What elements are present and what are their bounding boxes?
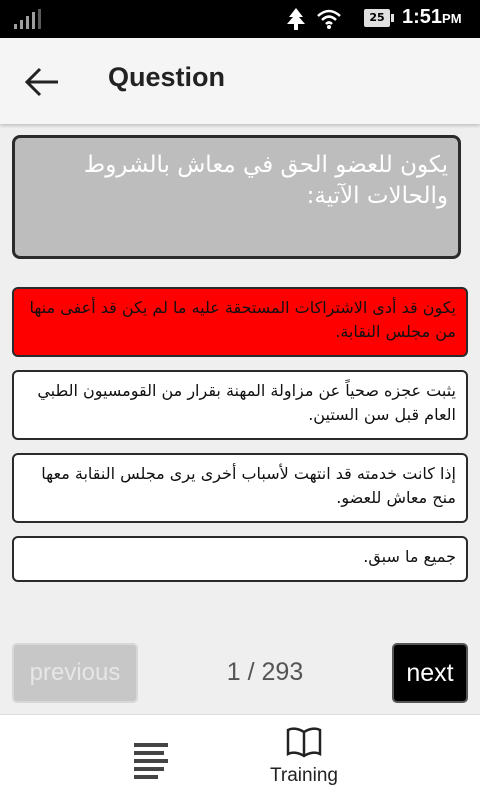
next-button[interactable]: next xyxy=(392,643,468,703)
question-counter: 1 / 293 xyxy=(226,658,304,686)
training-tab[interactable]: Training xyxy=(256,725,352,795)
answer-option-1[interactable]: يكون قد أدى الاشتراكات المستحقة عليه ما … xyxy=(12,287,468,357)
battery-icon: 25 xyxy=(364,9,394,27)
answer-option-2[interactable]: يثبت عجزه صحياً عن مزاولة المهنة بقرار م… xyxy=(12,370,468,440)
menu-tab[interactable] xyxy=(118,731,182,787)
answer-option-4[interactable]: جميع ما سبق. xyxy=(12,536,468,582)
signal-icon xyxy=(14,9,44,29)
question-text: يكون للعضو الحق في معاش بالشروط والحالات… xyxy=(12,135,461,259)
previous-button[interactable]: previous xyxy=(12,643,138,703)
bottom-navigation: Training xyxy=(0,714,480,801)
page-title: Question xyxy=(108,62,226,92)
tree-icon xyxy=(287,8,305,30)
training-label: Training xyxy=(270,765,338,786)
back-button[interactable] xyxy=(20,60,64,104)
status-bar: 25 1:51PM xyxy=(0,0,480,38)
answer-option-3[interactable]: إذا كانت خدمته قد انتهت لأسباب أخرى يرى … xyxy=(12,453,468,523)
list-icon xyxy=(134,743,168,779)
clock-ampm: PM xyxy=(442,11,462,26)
book-icon xyxy=(286,727,322,758)
clock-time: 1:51 xyxy=(402,6,443,28)
wifi-icon xyxy=(317,9,341,29)
clock: 1:51PM xyxy=(402,6,462,29)
app-bar: Question xyxy=(0,38,480,124)
arrow-left-icon xyxy=(24,67,58,97)
